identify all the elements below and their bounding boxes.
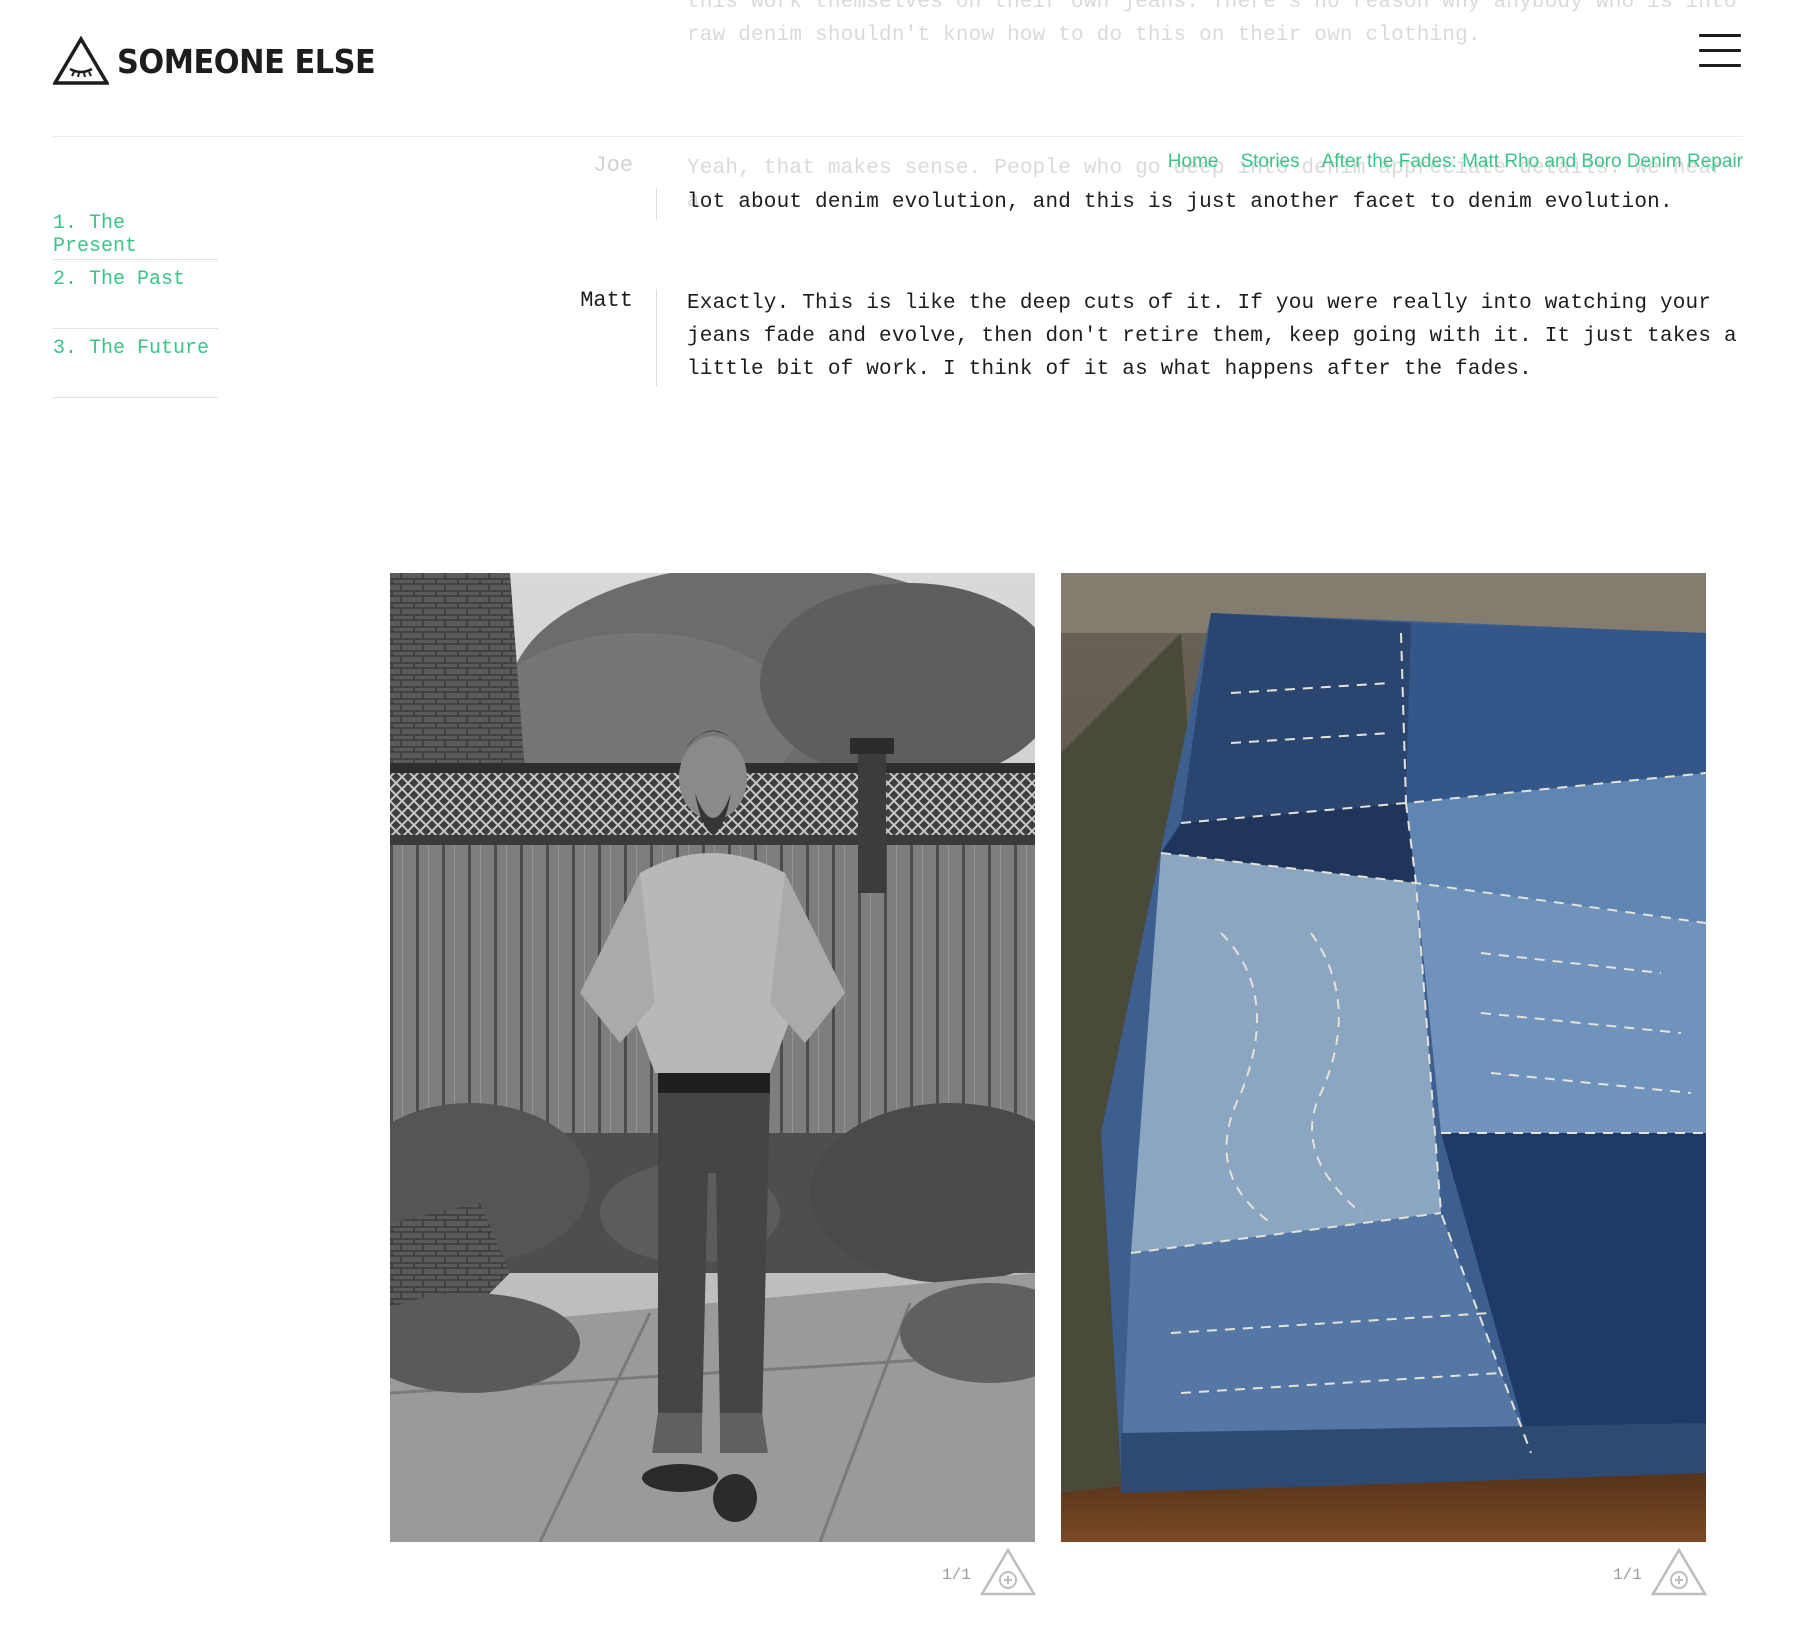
photo-portrait[interactable] xyxy=(390,573,1035,1542)
eye-triangle-logo-icon xyxy=(53,36,109,85)
boro-denim-image xyxy=(1061,573,1706,1542)
matt-line-2: jeans fade and evolve, then don't retire… xyxy=(687,325,1737,348)
toc-item-present[interactable]: 1. The Present xyxy=(53,204,218,260)
photo-boro-denim-counter: 1/1 xyxy=(1613,1566,1642,1584)
portrait-image xyxy=(390,573,1035,1542)
joe-line-2: lot about denim evolution, and this is j… xyxy=(687,191,1673,214)
site-logo[interactable]: SOMEONE ELSE xyxy=(53,36,398,86)
dialogue-divider-matt xyxy=(656,289,657,386)
breadcrumb-home[interactable]: Home xyxy=(1168,151,1219,173)
photo-boro-denim[interactable] xyxy=(1061,573,1706,1542)
speaker-matt: Matt xyxy=(580,288,633,313)
header-divider xyxy=(53,136,1743,137)
matt-line-3: little bit of work. I think of it as wha… xyxy=(687,358,1532,381)
site-header: SOMEONE ELSE xyxy=(0,0,1812,137)
toc-item-future[interactable]: 3. The Future xyxy=(53,329,218,398)
table-of-contents: 1. The Present 2. The Past 3. The Future xyxy=(53,204,218,398)
zoom-eye-icon[interactable] xyxy=(980,1548,1036,1596)
breadcrumb: Home Stories After the Fades: Matt Rho a… xyxy=(1168,151,1743,173)
breadcrumb-current-story[interactable]: After the Fades: Matt Rho and Boro Denim… xyxy=(1322,151,1743,173)
speaker-joe: Joe xyxy=(593,153,633,178)
hamburger-menu-icon[interactable] xyxy=(1699,34,1743,68)
breadcrumb-stories[interactable]: Stories xyxy=(1240,151,1299,173)
zoom-eye-icon[interactable] xyxy=(1651,1548,1707,1596)
toc-item-past[interactable]: 2. The Past xyxy=(53,260,218,329)
site-name: SOMEONE ELSE xyxy=(117,41,376,81)
photo-portrait-counter: 1/1 xyxy=(942,1566,971,1584)
dialogue-divider-joe xyxy=(656,188,657,220)
matt-line-1: Exactly. This is like the deep cuts of i… xyxy=(687,292,1712,315)
